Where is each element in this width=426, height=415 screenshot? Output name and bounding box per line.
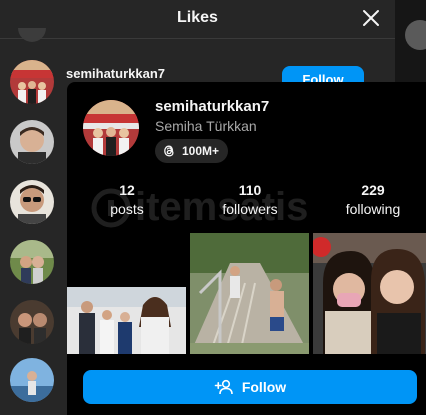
profile-stats: 12 posts 110 followers 229 following [67,182,426,222]
threads-count: 100M+ [182,144,220,158]
previous-like-avatar [18,28,46,42]
followers-count: 110 [238,182,262,198]
likes-title: Likes [177,9,218,26]
like-avatar-semihaturkkan7[interactable] [10,60,54,104]
like-avatar-4[interactable] [10,240,54,284]
like-username[interactable]: semihaturkkan7 [66,66,165,81]
add-user-icon [214,379,233,395]
recent-post-2[interactable] [190,233,309,354]
like-avatar-5[interactable] [10,300,54,344]
profile-follow-label: Follow [241,379,287,395]
like-avatar-6[interactable] [10,358,54,402]
profile-full-name: Semiha Türkkan [155,118,257,134]
following-count: 229 [361,182,385,198]
like-avatar-2[interactable] [10,120,54,164]
profile-avatar[interactable] [83,100,139,156]
threads-badge[interactable]: 100M+ [155,139,229,163]
stat-following[interactable]: 229 following [333,182,413,217]
posts-count: 12 [119,182,135,198]
posts-label: posts [110,201,144,217]
following-label: following [345,201,401,217]
profile-username[interactable]: semihaturkkan7 [155,98,269,115]
profile-hover-card: semihaturkkan7 Semiha Türkkan 100M+ item… [67,82,426,415]
close-icon[interactable] [361,8,381,28]
stat-followers[interactable]: 110 followers [210,182,290,217]
recent-post-3[interactable] [313,233,426,354]
stat-posts[interactable]: 12 posts [87,182,167,217]
like-avatar-3[interactable] [10,180,54,224]
recent-post-1[interactable] [67,287,186,354]
followers-label: followers [222,201,278,217]
threads-icon [164,145,174,157]
profile-follow-button[interactable]: Follow [83,370,417,404]
likes-header: Likes [0,0,395,39]
